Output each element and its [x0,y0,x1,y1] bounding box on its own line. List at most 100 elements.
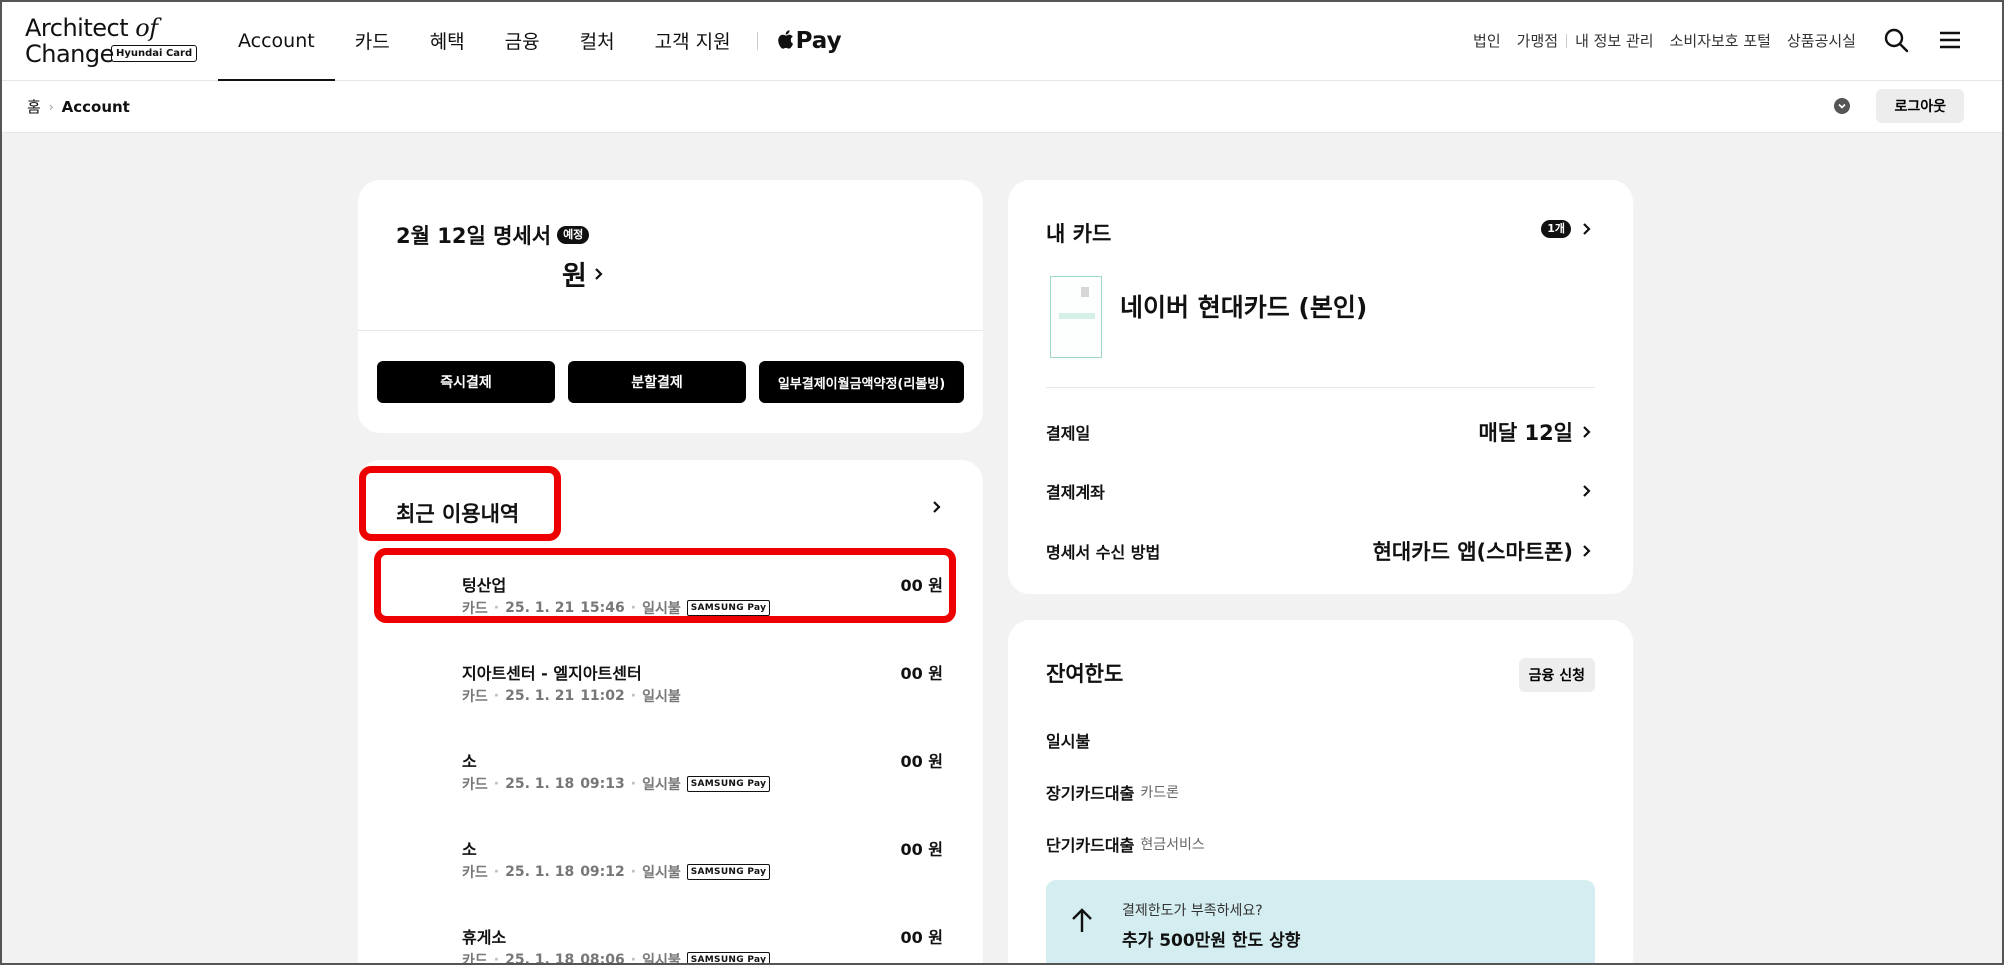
cash-service-sub: 현금서비스 [1140,837,1205,853]
logout-button[interactable]: 로그아웃 [1876,89,1964,123]
hamburger-menu-icon[interactable] [1936,26,1964,54]
card-chip [1081,287,1089,297]
breadcrumb-home[interactable]: 홈 [27,96,41,117]
transaction-card: 카드 [462,689,488,705]
samsung-pay-badge: SAMSUNG Pay [686,600,771,616]
card-count[interactable]: 1개 [1541,220,1593,238]
pay-date-row[interactable]: 결제일 매달 12일 [1046,417,1593,447]
revolving-button[interactable]: 일부결제이월금액약정(리볼빙) [759,361,964,403]
statement-method-text: 현대카드 앱(스마트폰) [1372,540,1573,564]
transaction-meta: 카드 · 25. 1. 18 08:06 · 일시불 SAMSUNG Pay [462,950,771,965]
my-card-divider [1046,387,1595,388]
hyundai-card-logo[interactable]: Architect of Change Hyundai Card [25,14,205,68]
apple-pay-label: Pay [795,27,842,54]
cash-service-label: 단기카드대출 [1046,836,1135,855]
transaction-merchant: 지아트센터 - 엘지아트센터 [462,664,642,683]
card-loan-sub: 카드론 [1140,785,1179,801]
transaction-type: 일시불 [642,601,681,617]
lump-sum-label: 일시불 [1046,732,1091,751]
logo-line-2: Change [25,40,114,68]
transaction-merchant: 휴게소 [462,928,507,947]
pay-account-row[interactable]: 결제계좌 [1046,476,1593,506]
card-stripe [1059,313,1095,319]
recent-transactions-title[interactable]: 최근 이용내역 [396,498,519,528]
logo-line-1: Architect of [25,14,158,42]
util-consumer-portal[interactable]: 소비자보호 포털 [1662,30,1779,51]
nav-card[interactable]: 카드 [335,0,410,81]
apple-icon [777,29,793,49]
util-product-notice[interactable]: 상품공시실 [1779,30,1864,51]
transaction-row[interactable]: 텅산업 카드 · 25. 1. 21 15:46 · 일시불 SAMSUNG Pay… [358,560,983,620]
card-loan-row[interactable]: 장기카드대출 카드론 [1046,780,1179,804]
util-my-info[interactable]: 내 정보 관리 [1567,30,1662,51]
statement-divider [358,330,983,331]
payment-button-row: 즉시결제 분할결제 일부결제이월금액약정(리볼빙) [377,361,964,403]
breadcrumb-bar: 홈 › Account 로그아웃 [0,81,2004,133]
finance-apply-button[interactable]: 금융 신청 [1518,658,1595,692]
limit-increase-banner[interactable]: 결제한도가 부족하세요? 추가 500만원 한도 상향 [1046,880,1595,965]
lump-sum-row[interactable]: 일시불 [1046,728,1090,752]
cash-service-row[interactable]: 단기카드대출 현금서비스 [1046,832,1205,856]
search-icon[interactable] [1882,26,1910,54]
util-merchant[interactable]: 가맹점 [1509,30,1566,51]
transaction-amount: 00 원 [900,664,943,683]
chevron-right-icon [1583,545,1591,557]
nav-finance[interactable]: 금융 [485,0,560,81]
scheduled-badge: 예정 [557,226,590,244]
utility-menu: 법인 가맹점 내 정보 관리 소비자보호 포털 상품공시실 [1465,0,1864,81]
transaction-row[interactable]: 지아트센터 - 엘지아트센터 카드 · 25. 1. 21 11:02 · 일시불 … [358,648,983,708]
nav-culture[interactable]: 컬처 [560,0,635,81]
transaction-time: 15:46 [580,600,625,616]
statement-amount[interactable]: 원 [562,254,605,293]
my-card-title: 내 카드 [1046,222,1112,246]
chevron-right-icon [1583,426,1591,438]
card-name[interactable]: 네이버 현대카드 (본인) [1120,288,1367,324]
nav-apple-pay[interactable]: Pay [764,0,854,81]
limit-promo-title: 추가 500만원 한도 상향 [1122,931,1301,951]
logo-brand-badge: Hyundai Card [111,45,198,62]
card-image[interactable] [1050,276,1102,358]
nav-account[interactable]: Account [218,0,335,81]
statement-panel: 2월 12일 명세서 예정 원 즉시결제 분할결제 일부결제이월금액약정(리볼빙… [358,180,983,433]
chevron-right-icon[interactable] [931,498,943,520]
transaction-merchant: 텅산업 [462,576,507,595]
transaction-merchant: 소 [462,840,477,859]
transaction-amount: 00 원 [900,928,943,947]
util-corporate[interactable]: 법인 [1465,30,1509,51]
statement-method-row[interactable]: 명세서 수신 방법 현대카드 앱(스마트폰) [1046,536,1593,566]
transaction-amount: 00 원 [900,752,943,771]
transaction-time: 09:13 [580,776,625,792]
transaction-row[interactable]: 소 카드 · 25. 1. 18 09:13 · 일시불 SAMSUNG Pay 0… [358,736,983,796]
transaction-row[interactable]: 휴게소 카드 · 25. 1. 18 08:06 · 일시불 SAMSUNG Pay… [358,912,983,965]
chevron-down-circle-icon[interactable] [1834,98,1851,114]
global-nav-bar: Architect of Change Hyundai Card Account… [0,0,2004,81]
main-menu: Account 카드 혜택 금융 컬처 고객 지원 Pay [218,0,854,81]
transaction-meta: 카드 · 25. 1. 21 11:02 · 일시불 [462,688,681,705]
transaction-card: 카드 [462,601,488,617]
pay-account-label: 결제계좌 [1046,483,1105,502]
breadcrumb-tools: 로그아웃 [1834,89,1964,123]
statement-title[interactable]: 2월 12일 명세서 예정 [396,220,590,250]
nav-support[interactable]: 고객 지원 [635,0,751,81]
screen-frame [0,0,2004,965]
breadcrumb-chevron-icon: › [48,99,54,114]
transaction-row[interactable]: 소 카드 · 25. 1. 18 09:12 · 일시불 SAMSUNG Pay 0… [358,824,983,884]
remaining-limit-panel: 잔여한도 금융 신청 일시불 장기카드대출 카드론 단기카드대출 현금서비스 결… [1008,620,1633,965]
nav-benefit[interactable]: 혜택 [410,0,485,81]
card-loan-label: 장기카드대출 [1046,784,1135,803]
pay-account-value [1581,482,1593,500]
chevron-right-icon [1583,223,1591,235]
transaction-meta: 카드 · 25. 1. 18 09:13 · 일시불 SAMSUNG Pay [462,774,771,794]
chevron-right-icon [1583,485,1591,497]
statement-title-text: 2월 12일 명세서 [396,224,552,248]
samsung-pay-badge: SAMSUNG Pay [686,776,771,792]
samsung-pay-badge: SAMSUNG Pay [686,864,771,880]
samsung-pay-badge: SAMSUNG Pay [686,952,771,965]
installment-pay-button[interactable]: 분할결제 [568,361,746,403]
transaction-merchant: 소 [462,752,477,771]
statement-amount-text: 원 [562,261,587,292]
pay-date-label: 결제일 [1046,424,1091,443]
instant-pay-button[interactable]: 즉시결제 [377,361,555,403]
recent-transactions-panel: 최근 이용내역 텅산업 카드 · 25. 1. 21 15:46 · 일시불 SAM… [358,460,983,965]
pay-date-text: 매달 12일 [1478,421,1574,445]
